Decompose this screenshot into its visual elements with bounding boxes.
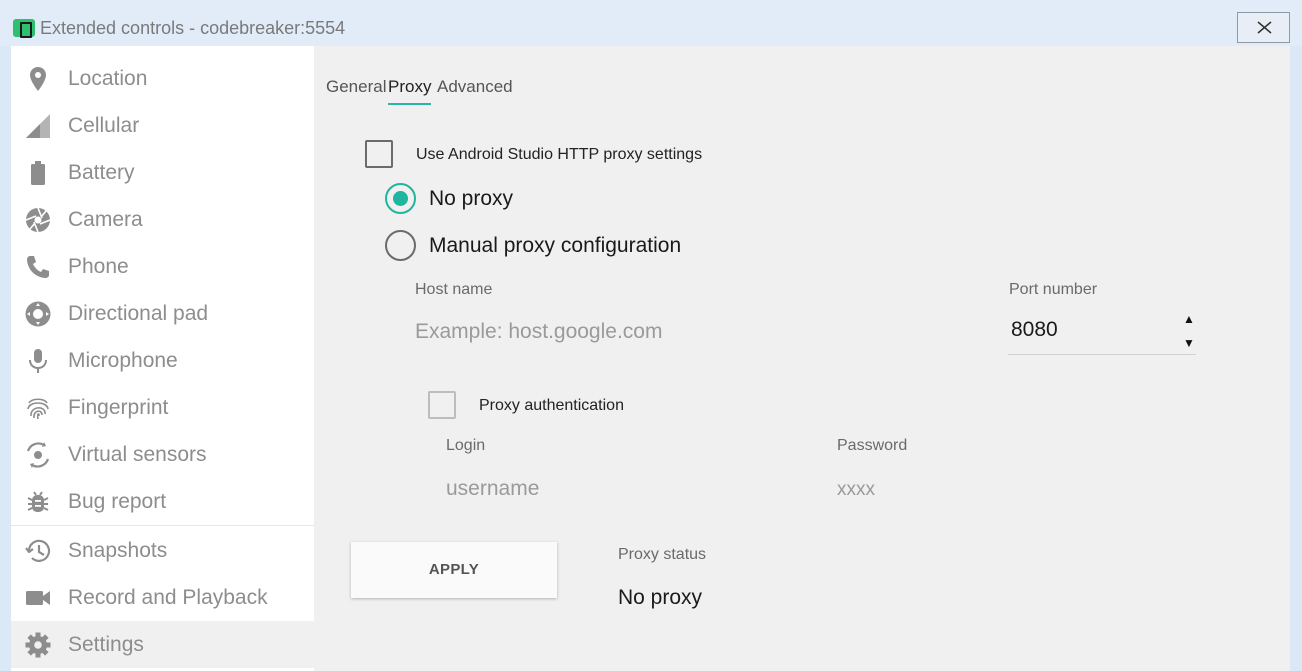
sidebar-divider xyxy=(11,525,314,526)
sidebar-item-label: Cellular xyxy=(68,114,140,137)
sidebar-item-settings[interactable]: Settings xyxy=(11,621,314,668)
close-icon xyxy=(1257,21,1272,34)
sidebar-item-label: Camera xyxy=(68,208,143,231)
sidebar-item-label: Virtual sensors xyxy=(68,443,207,466)
window-frame-right xyxy=(1290,46,1302,671)
port-number-label: Port number xyxy=(1009,281,1098,298)
port-decrement-button[interactable]: ▼ xyxy=(1183,336,1195,350)
bug-icon xyxy=(27,491,49,512)
gear-icon xyxy=(25,632,51,658)
sidebar-item-label: Directional pad xyxy=(68,302,209,325)
sidebar-item-label: Record and Playback xyxy=(68,586,268,609)
location-pin-icon xyxy=(30,67,46,91)
password-label: Password xyxy=(837,437,908,454)
port-number-underline xyxy=(1008,354,1196,355)
sidebar-item-label: Bug report xyxy=(68,490,167,513)
no-proxy-radio[interactable] xyxy=(385,183,416,214)
sidebar-item-battery[interactable]: Battery xyxy=(11,149,314,196)
proxy-status-label: Proxy status xyxy=(618,546,707,563)
fingerprint-icon xyxy=(27,398,49,420)
sidebar-item-snapshots[interactable]: Snapshots xyxy=(11,527,314,574)
sidebar-item-label: Location xyxy=(68,67,148,90)
manual-proxy-label: Manual proxy configuration xyxy=(429,234,682,257)
sidebar-item-virtual-sensors[interactable]: Virtual sensors xyxy=(11,431,314,478)
sidebar-item-label: Fingerprint xyxy=(68,396,169,419)
sidebar-item-microphone[interactable]: Microphone xyxy=(11,337,314,384)
sidebar-item-label: Phone xyxy=(68,255,129,278)
extended-controls-window: Extended controls - codebreaker:5554 Loc… xyxy=(0,0,1302,671)
host-name-label: Host name xyxy=(415,281,493,298)
manual-proxy-radio[interactable] xyxy=(385,230,416,261)
title-bar[interactable]: Extended controls - codebreaker:5554 xyxy=(0,0,1302,46)
cellular-signal-icon xyxy=(26,114,50,138)
virtual-sensors-icon xyxy=(26,442,50,468)
use-studio-proxy-checkbox[interactable] xyxy=(365,140,393,168)
proxy-authentication-checkbox[interactable] xyxy=(428,391,456,419)
sidebar-item-label: Battery xyxy=(68,161,135,184)
tab-proxy[interactable]: Proxy xyxy=(388,77,432,105)
sidebar-item-directional-pad[interactable]: Directional pad xyxy=(11,290,314,337)
tab-advanced[interactable]: Advanced xyxy=(437,77,513,97)
sidebar: Location Cellular Battery Camera Phone D… xyxy=(11,46,314,671)
camera-aperture-icon xyxy=(25,207,51,233)
phone-icon xyxy=(27,256,49,278)
use-studio-proxy-label: Use Android Studio HTTP proxy settings xyxy=(416,146,703,163)
sidebar-item-phone[interactable]: Phone xyxy=(11,243,314,290)
video-camera-icon xyxy=(26,591,50,605)
apply-button[interactable]: APPLY xyxy=(351,542,557,598)
battery-icon xyxy=(31,161,45,185)
settings-panel: General Proxy Advanced Use Android Studi… xyxy=(314,46,1290,671)
dpad-icon xyxy=(25,301,51,327)
sidebar-item-cellular[interactable]: Cellular xyxy=(11,102,314,149)
window-title: Extended controls - codebreaker:5554 xyxy=(40,18,346,38)
sidebar-item-record-and-playback[interactable]: Record and Playback xyxy=(11,574,314,621)
no-proxy-label: No proxy xyxy=(429,187,514,210)
password-input[interactable]: xxxx xyxy=(837,479,875,501)
window-frame-left xyxy=(0,46,11,671)
login-label: Login xyxy=(446,437,486,454)
apply-button-label: APPLY xyxy=(428,561,480,578)
sidebar-item-fingerprint[interactable]: Fingerprint xyxy=(11,384,314,431)
host-name-input[interactable]: Example: host.google.com xyxy=(415,320,662,344)
port-number-input[interactable]: 8080 xyxy=(1011,318,1058,342)
sidebar-item-bug-report[interactable]: Bug report xyxy=(11,478,314,525)
proxy-authentication-label: Proxy authentication xyxy=(479,397,624,414)
close-button[interactable] xyxy=(1237,12,1290,43)
tab-general[interactable]: General xyxy=(326,77,386,97)
sidebar-item-location[interactable]: Location xyxy=(11,55,314,102)
microphone-icon xyxy=(29,349,47,373)
sidebar-item-camera[interactable]: Camera xyxy=(11,196,314,243)
emulator-app-icon xyxy=(13,19,35,38)
sidebar-item-label: Microphone xyxy=(68,349,178,372)
sidebar-item-label: Settings xyxy=(68,633,144,656)
history-icon xyxy=(25,539,51,562)
port-increment-button[interactable]: ▲ xyxy=(1183,312,1195,326)
login-input[interactable]: username xyxy=(446,477,539,501)
sidebar-item-label: Snapshots xyxy=(68,539,168,562)
proxy-status-value: No proxy xyxy=(618,586,703,609)
